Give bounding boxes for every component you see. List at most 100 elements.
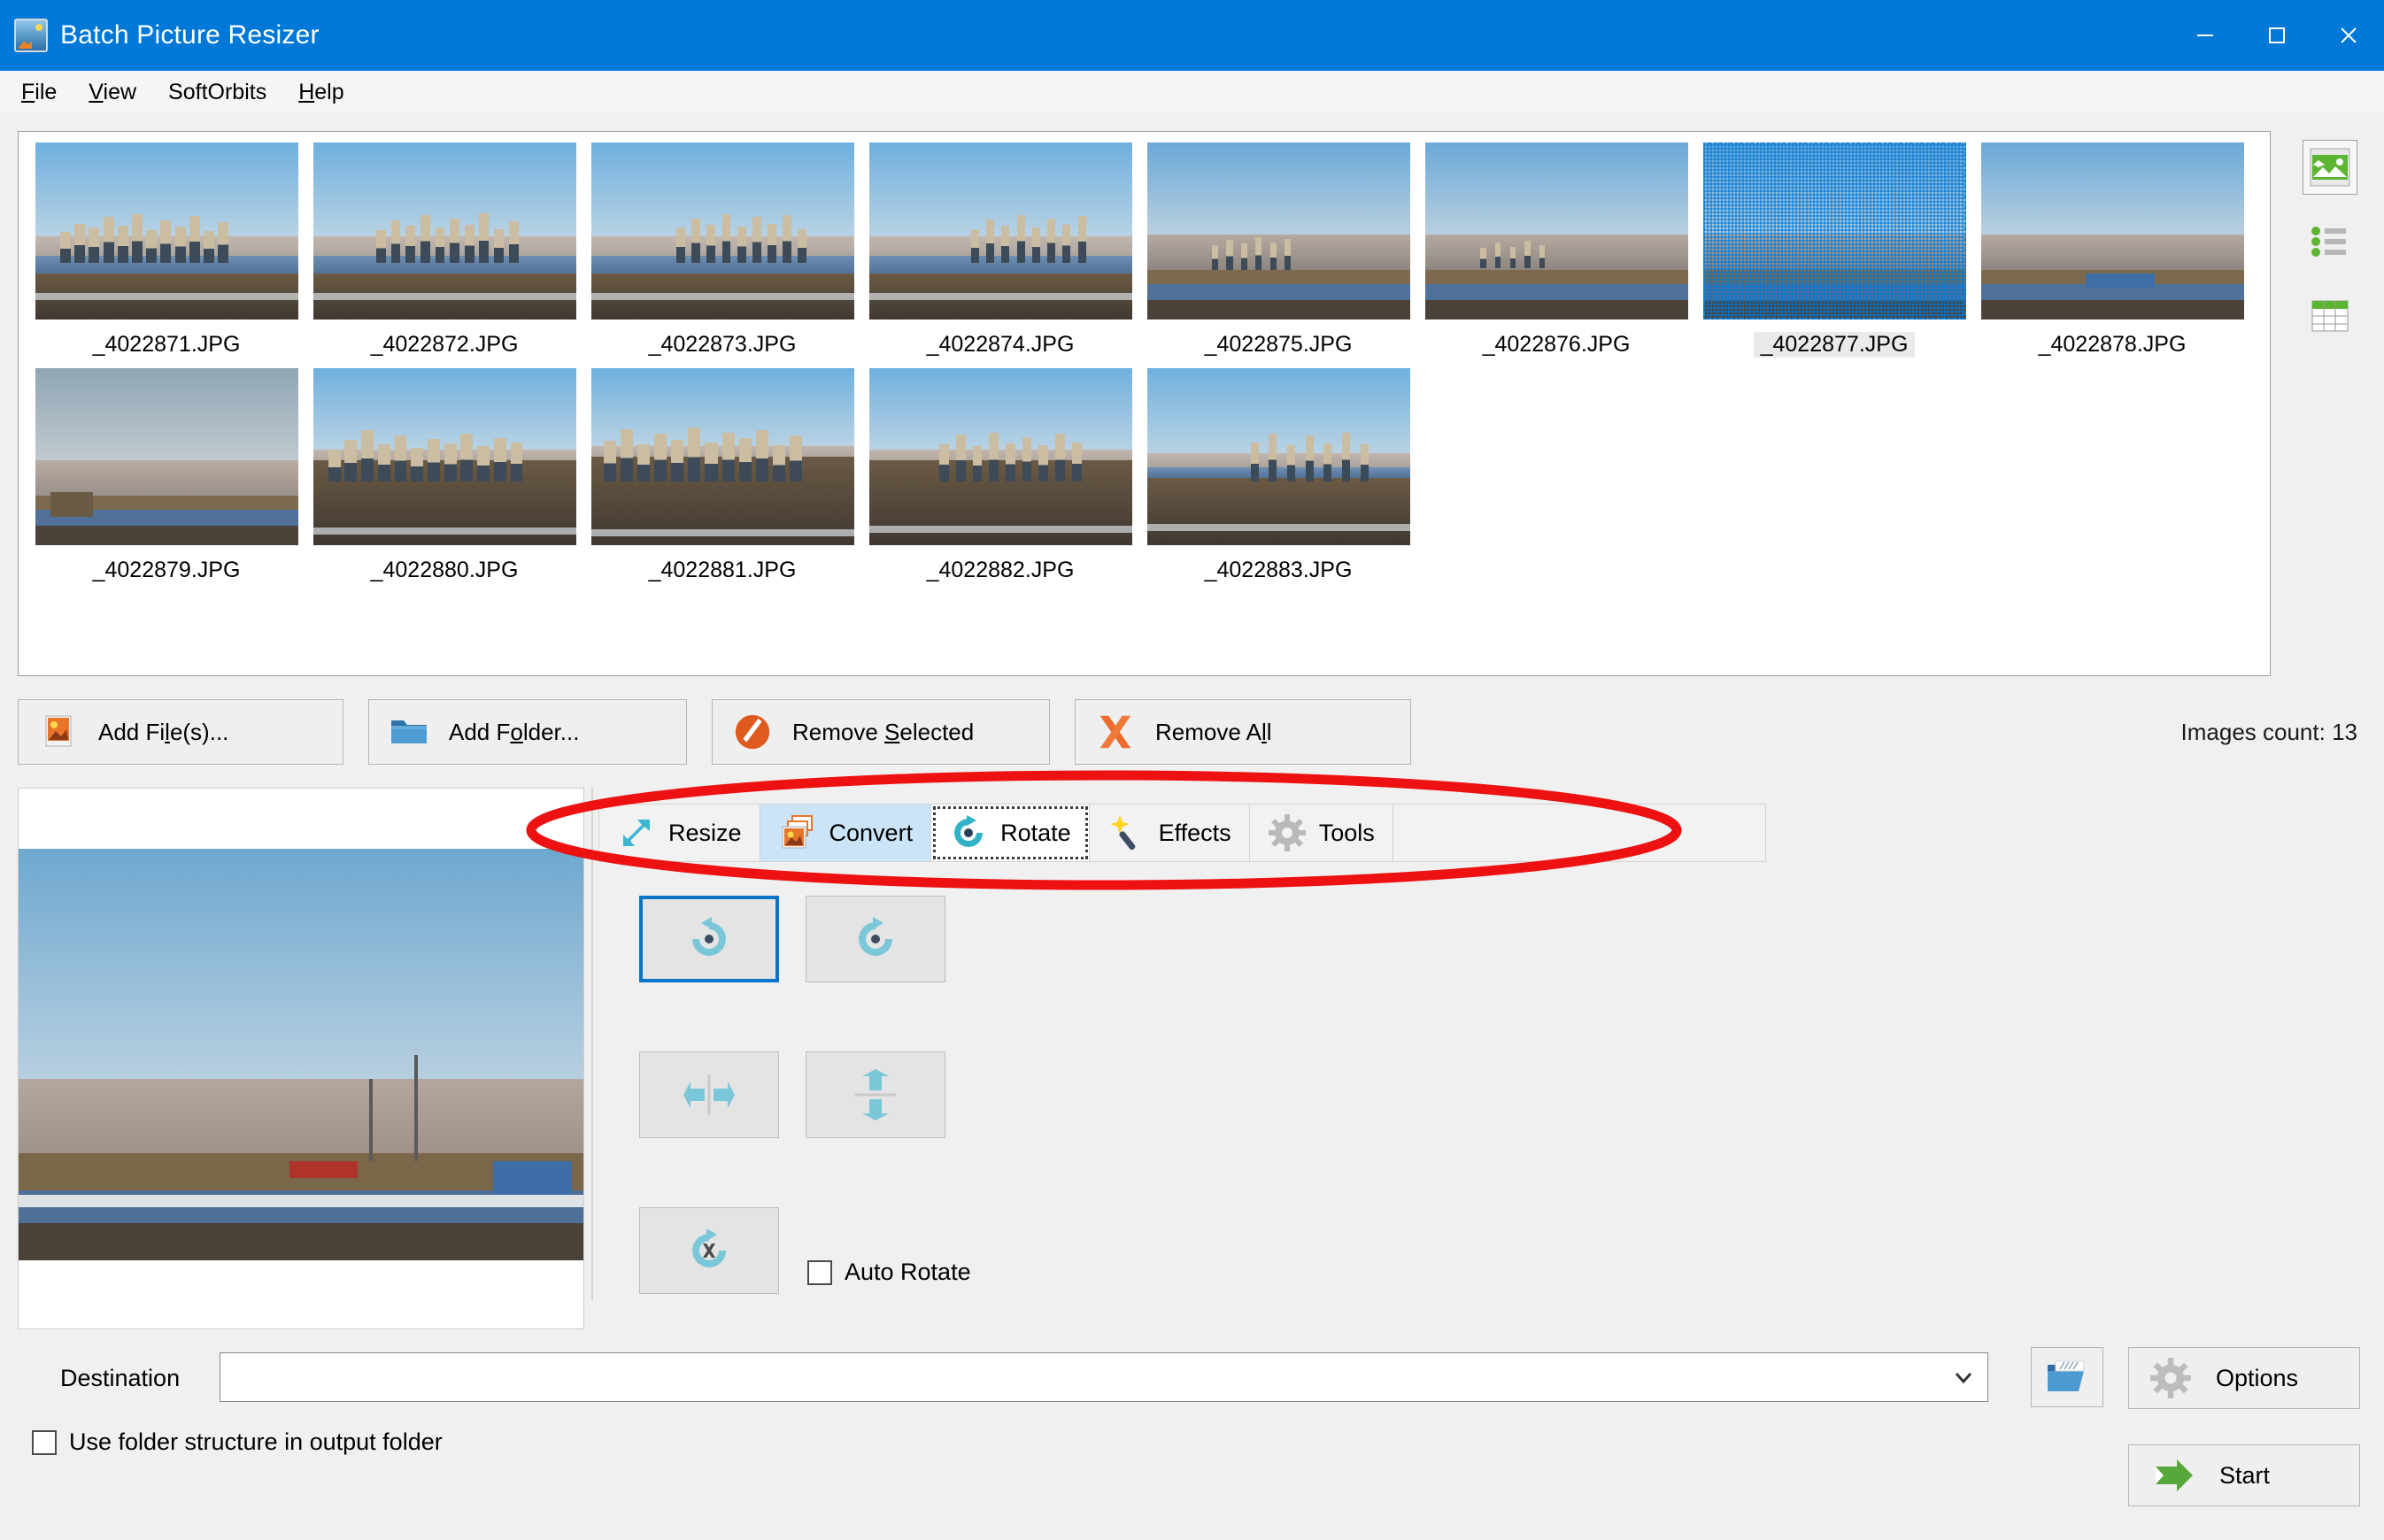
add-files-label: Add File(s)... <box>98 718 229 745</box>
thumbnail-row-1: _4022871.JPG _4022872.JPG _4022873.JPG _… <box>19 132 2270 358</box>
auto-rotate-checkbox[interactable] <box>807 1259 832 1285</box>
thumbnail-image <box>312 368 576 545</box>
window-controls <box>2169 0 2384 71</box>
thumbnail-caption: _4022873.JPG <box>648 332 797 357</box>
thumbnail-image <box>1702 142 1966 320</box>
convert-images-icon <box>778 813 817 852</box>
use-folder-structure-checkbox[interactable] <box>32 1429 57 1455</box>
thumbnail-item-selected[interactable]: _4022877.JPG <box>1695 142 1973 358</box>
auto-rotate-row: Auto Rotate <box>807 1259 971 1286</box>
remove-selected-button[interactable]: Remove Selected <box>712 699 1050 765</box>
menu-item-view[interactable]: View <box>73 76 152 109</box>
file-actions-toolbar: Add File(s)... Add Folder... Remove Sele… <box>18 699 1411 765</box>
thumbnail-caption: _4022876.JPG <box>1482 332 1631 357</box>
title-bar: Batch Picture Resizer <box>0 0 2384 71</box>
add-folder-button[interactable]: Add Folder... <box>368 699 687 765</box>
tab-effects-label: Effects <box>1158 819 1231 846</box>
tab-rotate[interactable]: Rotate <box>931 805 1090 861</box>
thumbnail-caption: _4022879.JPG <box>92 558 241 582</box>
thumbnail-item[interactable]: _4022883.JPG <box>1139 368 1417 583</box>
remove-selected-label: Remove Selected <box>792 718 975 745</box>
flip-horizontal-button[interactable] <box>639 1051 779 1138</box>
tab-tools[interactable]: Tools <box>1250 805 1393 861</box>
maximize-icon[interactable] <box>2241 0 2312 71</box>
app-picture-icon <box>14 19 48 52</box>
preview-pane <box>18 788 584 1329</box>
tab-rotate-label: Rotate <box>1000 819 1071 846</box>
pane-splitter[interactable] <box>591 788 593 1301</box>
thumbnail-item[interactable]: _4022875.JPG <box>1139 142 1417 358</box>
use-folder-structure-label: Use folder structure in output folder <box>69 1428 443 1455</box>
x-cross-icon <box>1095 712 1136 752</box>
thumbnail-image <box>35 368 298 545</box>
thumbnail-caption: _4022875.JPG <box>1204 332 1353 357</box>
tab-resize[interactable]: Resize <box>599 805 760 861</box>
close-icon[interactable] <box>2312 0 2384 71</box>
flip-horizontal-icon <box>683 1074 735 1115</box>
tab-convert-label: Convert <box>829 819 914 846</box>
thumbnail-image <box>312 142 576 320</box>
menu-bar: File View SoftOrbits Help <box>0 71 2384 114</box>
destination-combobox[interactable] <box>220 1352 1988 1402</box>
menu-item-help[interactable]: Help <box>282 76 359 109</box>
menu-item-file[interactable]: File <box>5 76 73 109</box>
menu-item-softorbits[interactable]: SoftOrbits <box>152 76 282 109</box>
thumbnail-image <box>1146 142 1410 320</box>
view-mode-thumbnail-button[interactable] <box>2303 140 2357 195</box>
destination-label: Destination <box>60 1365 181 1391</box>
remove-all-button[interactable]: Remove All <box>1075 699 1411 765</box>
rotate-right-button[interactable] <box>806 896 945 982</box>
thumbnail-item[interactable]: _4022879.JPG <box>27 368 305 583</box>
rotate-ccw-icon <box>692 917 726 956</box>
tab-tools-label: Tools <box>1318 819 1375 846</box>
minimize-icon[interactable] <box>2169 0 2241 71</box>
thumbnail-image <box>868 142 1132 320</box>
thumbnail-item[interactable]: _4022872.JPG <box>305 142 583 358</box>
view-mode-details-button[interactable] <box>2303 289 2357 343</box>
thumbnail-row-2: _4022879.JPG _4022880.JPG _4022881.JPG _… <box>19 358 2270 583</box>
thumbnail-image <box>590 142 854 320</box>
browse-folder-button[interactable] <box>2031 1347 2103 1407</box>
options-button[interactable]: Options <box>2128 1347 2360 1409</box>
no-entry-icon <box>732 712 773 752</box>
use-folder-structure-row: Use folder structure in output folder <box>32 1428 443 1456</box>
thumbnail-item[interactable]: _4022876.JPG <box>1417 142 1695 358</box>
no-rotate-button[interactable] <box>639 1207 779 1294</box>
thumbnail-caption: _4022881.JPG <box>648 558 797 582</box>
tab-convert[interactable]: Convert <box>760 805 932 861</box>
green-arrow-icon <box>2152 1453 2196 1498</box>
thumbnail-image <box>868 368 1132 545</box>
thumbnail-image <box>1146 368 1410 545</box>
thumbnail-item[interactable]: _4022880.JPG <box>305 368 583 583</box>
thumbnail-item[interactable]: _4022881.JPG <box>583 368 861 583</box>
add-files-button[interactable]: Add File(s)... <box>18 699 343 765</box>
gear-icon <box>1268 813 1307 852</box>
thumbnail-item[interactable]: _4022878.JPG <box>1973 142 2251 358</box>
rotate-left-button[interactable] <box>639 896 779 982</box>
start-button[interactable]: Start <box>2128 1444 2360 1506</box>
flip-vertical-icon <box>855 1069 896 1120</box>
picture-icon <box>38 712 79 752</box>
destination-input[interactable] <box>220 1353 1940 1401</box>
list-icon <box>2311 227 2346 257</box>
thumbnail-item[interactable]: _4022871.JPG <box>27 142 305 358</box>
thumbnail-item[interactable]: _4022873.JPG <box>583 142 861 358</box>
thumbnail-caption: _4022880.JPG <box>370 558 519 582</box>
thumbnail-caption: _4022878.JPG <box>2038 332 2187 357</box>
view-mode-rail <box>2295 140 2365 343</box>
rotate-cancel-icon <box>692 1228 726 1267</box>
auto-rotate-label: Auto Rotate <box>845 1259 971 1285</box>
flip-vertical-button[interactable] <box>806 1051 945 1138</box>
thumbnail-item[interactable]: _4022874.JPG <box>861 142 1139 358</box>
thumbnail-item[interactable]: _4022882.JPG <box>861 368 1139 583</box>
thumbnail-image <box>1424 142 1688 320</box>
options-label: Options <box>2216 1364 2299 1391</box>
preview-image <box>19 849 583 1260</box>
magic-wand-icon <box>1107 813 1146 852</box>
images-count-label: Images count: 13 <box>2180 719 2357 745</box>
tab-effects[interactable]: Effects <box>1090 805 1250 861</box>
view-mode-list-button[interactable] <box>2303 214 2357 269</box>
start-label: Start <box>2219 1461 2271 1489</box>
chevron-down-icon[interactable] <box>1940 1353 1987 1401</box>
thumbnail-list-panel[interactable]: _4022871.JPG _4022872.JPG _4022873.JPG _… <box>18 131 2271 676</box>
